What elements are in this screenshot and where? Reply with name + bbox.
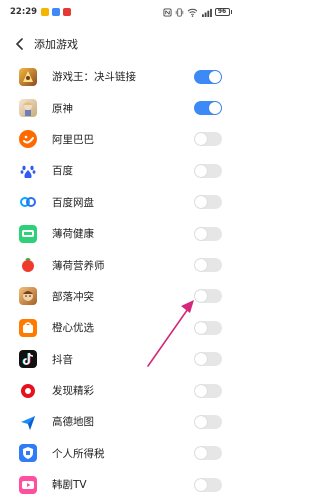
status-icons: 96	[162, 7, 232, 17]
vibrate-icon	[175, 7, 183, 17]
app-icon-amap	[19, 412, 37, 431]
page-title: 添加游戏	[34, 38, 78, 51]
status-time: 22:29	[10, 7, 38, 17]
app-label: 薄荷健康	[52, 228, 94, 241]
list-item: 百度网盘	[0, 187, 240, 218]
list-item: 部落冲突	[0, 281, 240, 312]
list-item: 抖音	[0, 344, 240, 375]
battery-level: 96	[214, 8, 230, 16]
app-label: 高德地图	[52, 416, 94, 429]
app-icon-yugioh	[19, 67, 37, 86]
status-bar: 22:29 96	[0, 0, 240, 24]
app-list: 游戏王：决斗链接 原神 阿里巴巴 百度 百度网盘 薄荷健康 薄荷营养师 部落冲突…	[0, 61, 240, 500]
toggle-switch[interactable]	[194, 414, 222, 429]
toggle-switch[interactable]	[194, 446, 222, 461]
app-icon-clash-of-clans	[19, 287, 37, 306]
notification-icon	[63, 8, 72, 16]
app-icon-alibaba	[19, 130, 37, 149]
app-label: 阿里巴巴	[52, 133, 94, 146]
app-icon-discover	[19, 381, 37, 400]
app-label: 抖音	[52, 353, 73, 366]
battery-icon: 96	[214, 8, 232, 16]
toggle-switch[interactable]	[194, 352, 222, 367]
list-item: 薄荷营养师	[0, 249, 240, 280]
toggle-switch[interactable]	[194, 163, 222, 178]
notification-icon	[41, 8, 50, 16]
toggle-switch[interactable]	[194, 69, 222, 84]
wifi-icon	[187, 8, 197, 17]
toggle-switch[interactable]	[194, 226, 222, 241]
chevron-left-icon	[16, 38, 23, 50]
list-item: 百度	[0, 155, 240, 186]
list-item: 个人所得税	[0, 438, 240, 469]
app-label: 个人所得税	[52, 447, 105, 460]
toggle-switch[interactable]	[194, 132, 222, 147]
app-icon-baidu-netdisk	[19, 193, 37, 212]
toggle-switch[interactable]	[194, 320, 222, 335]
app-label: 游戏王：决斗链接	[52, 71, 136, 84]
app-label: 百度网盘	[52, 196, 94, 209]
list-item: 韩剧TV	[0, 469, 240, 500]
list-item: 原神	[0, 92, 240, 123]
app-label: 薄荷营养师	[52, 259, 105, 272]
app-icon-hanju-tv	[19, 475, 37, 494]
app-icon-bohe-nutritionist	[19, 256, 37, 275]
list-item: 游戏王：决斗链接	[0, 61, 240, 92]
app-label: 橙心优选	[52, 322, 94, 335]
signal-icon	[201, 8, 212, 17]
app-icon-douyin	[19, 350, 37, 369]
app-label: 原神	[52, 102, 73, 115]
app-label: 发现精彩	[52, 385, 94, 398]
app-label: 部落冲突	[52, 290, 94, 303]
toggle-switch[interactable]	[194, 258, 222, 273]
list-item: 发现精彩	[0, 375, 240, 406]
app-icon-personal-tax	[19, 444, 37, 463]
toggle-switch[interactable]	[194, 289, 222, 304]
app-label: 百度	[52, 165, 73, 178]
toggle-switch[interactable]	[194, 383, 222, 398]
list-item: 薄荷健康	[0, 218, 240, 249]
nfc-icon	[162, 7, 172, 17]
app-icon-genshin	[19, 99, 37, 118]
list-item: 高德地图	[0, 406, 240, 437]
header: 添加游戏	[0, 30, 240, 58]
notification-icon	[52, 8, 61, 16]
app-icon-baidu	[19, 161, 37, 180]
list-item: 橙心优选	[0, 312, 240, 343]
app-icon-chengxin	[19, 318, 37, 337]
back-button[interactable]	[6, 30, 34, 58]
list-item: 阿里巴巴	[0, 124, 240, 155]
toggle-switch[interactable]	[194, 101, 222, 116]
toggle-switch[interactable]	[194, 195, 222, 210]
toggle-switch[interactable]	[194, 477, 222, 492]
app-icon-bohe-health	[19, 224, 37, 243]
app-label: 韩剧TV	[52, 479, 87, 492]
